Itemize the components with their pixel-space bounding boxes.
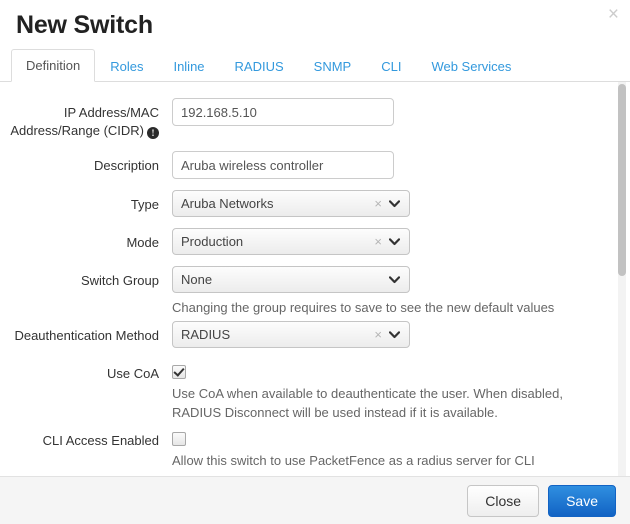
deauth-method-label: Deauthentication Method [14, 328, 159, 343]
tab-inline[interactable]: Inline [158, 50, 219, 82]
deauth-method-control: RADIUS × [172, 321, 602, 348]
body-scrollbar[interactable] [618, 82, 626, 476]
body-scrollbar-thumb[interactable] [618, 84, 626, 276]
new-switch-dialog: New Switch × Definition Roles Inline RAD… [0, 0, 630, 524]
mode-label: Mode [126, 235, 159, 250]
tab-bar: Definition Roles Inline RADIUS SNMP CLI … [0, 49, 630, 82]
cli-access-label: CLI Access Enabled [42, 433, 159, 448]
page-title: New Switch [16, 11, 153, 39]
ip-address-label-line1: IP Address/MAC [63, 105, 159, 120]
field-row-type: Type Aruba Networks × [0, 190, 630, 217]
type-select[interactable]: Aruba Networks × [172, 190, 410, 217]
cli-access-help: Allow this switch to use PacketFence as … [172, 453, 535, 476]
description-control [172, 151, 602, 179]
clear-icon[interactable]: × [370, 191, 389, 216]
cli-access-checkbox[interactable] [172, 432, 186, 446]
dialog-body: IP Address/MAC Address/Range (CIDR)! Des… [0, 82, 630, 476]
field-row-cli-access: CLI Access Enabled Allow this switch to … [0, 426, 630, 476]
tab-radius[interactable]: RADIUS [220, 50, 299, 82]
save-button[interactable]: Save [548, 484, 616, 517]
tab-snmp[interactable]: SNMP [299, 50, 367, 82]
ip-address-label-line2: Address/Range (CIDR) [10, 123, 144, 138]
type-label: Type [130, 197, 159, 212]
mode-control: Production × [172, 228, 602, 255]
chevron-down-icon[interactable] [389, 275, 409, 284]
tab-web-services[interactable]: Web Services [416, 50, 526, 82]
deauth-method-select[interactable]: RADIUS × [172, 321, 410, 348]
switch-group-label: Switch Group [80, 273, 159, 288]
type-select-value: Aruba Networks [181, 196, 274, 211]
ip-address-input[interactable] [172, 98, 394, 126]
close-icon[interactable]: × [608, 5, 619, 24]
field-row-use-coa: Use CoA Use CoA when available to deauth… [0, 359, 630, 422]
use-coa-label: Use CoA [106, 366, 159, 381]
field-row-switch-group: Switch Group None Changing the group req… [0, 266, 630, 317]
tab-definition[interactable]: Definition [11, 49, 96, 82]
field-row-mode: Mode Production × [0, 228, 630, 255]
use-coa-help: Use CoA when available to deauthenticate… [172, 386, 563, 420]
field-row-description: Description [0, 151, 630, 179]
field-row-ip-address: IP Address/MAC Address/Range (CIDR)! [0, 98, 630, 140]
dialog-header: New Switch × [0, 0, 630, 40]
type-control: Aruba Networks × [172, 190, 602, 217]
description-label: Description [93, 158, 159, 173]
clear-icon[interactable]: × [370, 229, 389, 254]
dialog-footer: Close Save [0, 476, 630, 524]
chevron-down-icon[interactable] [389, 330, 409, 339]
field-row-deauth-method: Deauthentication Method RADIUS × [0, 321, 630, 348]
tab-roles[interactable]: Roles [95, 50, 158, 82]
close-button[interactable]: Close [467, 484, 540, 517]
chevron-down-icon[interactable] [389, 199, 409, 208]
ip-address-label: IP Address/MAC Address/Range (CIDR)! [0, 98, 172, 140]
chevron-down-icon[interactable] [389, 237, 409, 246]
mode-select[interactable]: Production × [172, 228, 410, 255]
cli-access-control: Allow this switch to use PacketFence as … [172, 426, 602, 476]
switch-group-select[interactable]: None [172, 266, 410, 293]
info-icon[interactable]: ! [147, 127, 159, 139]
switch-group-help: Changing the group requires to save to s… [172, 300, 555, 315]
clear-icon[interactable]: × [370, 322, 389, 347]
deauth-method-select-value: RADIUS [181, 327, 231, 342]
tab-cli[interactable]: CLI [366, 50, 416, 82]
switch-group-select-value: None [181, 272, 213, 287]
mode-select-value: Production [181, 234, 244, 249]
description-input[interactable] [172, 151, 394, 179]
ip-address-control [172, 98, 602, 126]
use-coa-control: Use CoA when available to deauthenticate… [172, 359, 602, 422]
use-coa-checkbox[interactable] [172, 365, 186, 379]
switch-group-control: None Changing the group requires to save… [172, 266, 602, 317]
